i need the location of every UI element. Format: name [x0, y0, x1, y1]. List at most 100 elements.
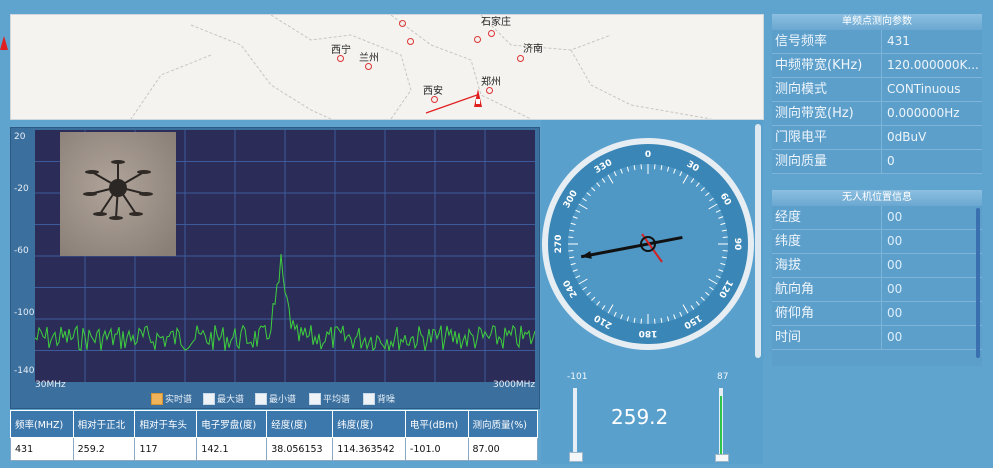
right-slider-value: 87: [717, 372, 729, 382]
col-header[interactable]: 电子罗盘(度): [196, 410, 268, 438]
uav-row: 航向角 00: [772, 278, 982, 302]
left-slider-value: -101: [567, 372, 588, 382]
checkbox-label: 背噪: [377, 395, 396, 405]
col-header[interactable]: 频率(MHZ): [10, 410, 74, 438]
checkbox-box[interactable]: [151, 392, 163, 405]
checkbox-box[interactable]: [309, 392, 321, 405]
compass-degree-label: 0: [645, 150, 651, 160]
uav-label: 经度: [772, 206, 882, 229]
param-value[interactable]: 0: [882, 150, 982, 173]
param-row: 测向带宽(Hz) 0.000000Hz: [772, 102, 982, 126]
city-label: 石家庄: [481, 17, 511, 28]
param-row: 门限电平 0dBuV: [772, 126, 982, 150]
checkbox-realtime[interactable]: 实时谱: [151, 392, 192, 405]
table-cell: 142.1: [196, 437, 268, 461]
col-header[interactable]: 电平(dBm): [404, 410, 469, 438]
compass-panel: 0 30 60 90 120 150 180 210 240 270 300 330 259.2 -1…: [541, 120, 763, 464]
uav-value: 00: [887, 234, 903, 248]
city-marker: [431, 96, 438, 103]
quality-slider-fill: [720, 396, 722, 456]
drone-photo: [60, 132, 176, 256]
col-header[interactable]: 相对于车头: [134, 410, 198, 438]
param-label: 测向质量: [772, 150, 882, 173]
param-value[interactable]: CONTinuous: [882, 78, 982, 101]
checkbox-label: 最小谱: [269, 395, 297, 405]
table-cell: 259.2: [72, 437, 136, 461]
checkbox-noise[interactable]: 背噪: [363, 392, 395, 405]
table-cell: 114.363542: [332, 437, 406, 461]
checkbox-box[interactable]: [255, 392, 267, 405]
param-value[interactable]: 431: [882, 30, 982, 53]
city-marker: [488, 30, 495, 37]
param-row: 中频带宽(KHz) 120.000000K...: [772, 54, 982, 78]
city-label: 西安: [423, 86, 443, 97]
table-cell: 87.00: [467, 437, 539, 461]
panel-title: 单频点测向参数: [772, 14, 982, 30]
map-edge-marker-icon: [0, 36, 8, 50]
bearing-readout: 259.2: [611, 405, 669, 429]
param-value[interactable]: 120.000000K...: [882, 54, 982, 77]
measurement-table: 频率(MHZ) 相对于正北 相对于车头 电子罗盘(度) 经度(度) 纬度(度) …: [10, 410, 539, 461]
checkbox-label: 实时谱: [165, 395, 193, 405]
table-row[interactable]: 431 259.2 117 142.1 38.056153 114.363542…: [10, 437, 539, 461]
uav-position-panel: 无人机位置信息 经度 00 纬度 00 海拔 00 航向角 00 俯仰角 00 时间 00: [772, 190, 982, 366]
checkbox-box[interactable]: [363, 392, 375, 405]
checkbox-min[interactable]: 最小谱: [255, 392, 296, 405]
quality-slider-handle[interactable]: [715, 454, 729, 462]
param-label: 测向带宽(Hz): [772, 102, 882, 125]
spectrum-panel: 20 -20 -60 -100 -140 30MHz 3000MHz 实时谱 最…: [10, 127, 540, 409]
param-row: 信号频率 431: [772, 30, 982, 54]
table-cell: -101.0: [404, 437, 469, 461]
param-value[interactable]: 0dBuV: [882, 126, 982, 149]
col-header[interactable]: 相对于正北: [72, 410, 136, 438]
compass-degree-label: 180: [639, 328, 658, 338]
uav-panel-scrollbar[interactable]: [976, 208, 980, 358]
map-view[interactable]: 石家庄 西宁 兰州 济南 西安 郑州: [10, 14, 764, 120]
city-marker: [474, 36, 481, 43]
checkbox-average[interactable]: 平均谱: [309, 392, 350, 405]
city-label: 兰州: [359, 53, 379, 64]
uav-label: 纬度: [772, 230, 882, 253]
param-label: 中频带宽(KHz): [772, 54, 882, 77]
y-tick-label: -60: [14, 246, 29, 256]
table-cell: 117: [134, 437, 198, 461]
compass-dial: 0306090120150180210240270300330: [542, 138, 754, 350]
param-row: 测向质量 0: [772, 150, 982, 174]
checkbox-label: 平均谱: [323, 395, 351, 405]
col-header[interactable]: 测向质量(%): [467, 410, 539, 438]
table-header-row: 频率(MHZ) 相对于正北 相对于车头 电子罗盘(度) 经度(度) 纬度(度) …: [10, 410, 539, 438]
city-label: 郑州: [481, 77, 501, 88]
y-tick-label: -140: [14, 366, 35, 376]
compass-scrollbar[interactable]: [755, 124, 761, 358]
uav-row: 时间 00: [772, 326, 982, 350]
uav-value: 00: [887, 258, 903, 272]
param-label: 信号频率: [772, 30, 882, 53]
checkbox-max[interactable]: 最大谱: [203, 392, 244, 405]
checkbox-box[interactable]: [203, 392, 215, 405]
drone-image: [60, 132, 176, 256]
uav-label: 海拔: [772, 254, 882, 277]
col-header[interactable]: 经度(度): [266, 410, 334, 438]
level-slider-handle[interactable]: [569, 452, 583, 462]
single-frequency-params-panel: 单频点测向参数 信号频率 431 中频带宽(KHz) 120.000000K... …: [772, 14, 982, 174]
city-marker: [365, 63, 372, 70]
panel-title: 无人机位置信息: [772, 190, 982, 206]
y-tick-label: -100: [14, 308, 35, 318]
uav-row: 经度 00: [772, 206, 982, 230]
level-slider-track[interactable]: [573, 388, 577, 460]
checkbox-label: 最大谱: [217, 395, 245, 405]
spectrum-plot[interactable]: [35, 130, 535, 382]
col-header[interactable]: 纬度(度): [332, 410, 406, 438]
uav-value: 00: [887, 282, 903, 296]
city-marker: [486, 87, 493, 94]
table-cell: 38.056153: [266, 437, 334, 461]
compass-degree-label: 270: [554, 235, 564, 254]
city-marker: [407, 38, 414, 45]
city-label: 西宁: [331, 45, 351, 56]
city-marker: [399, 20, 406, 27]
uav-label: 航向角: [772, 278, 882, 301]
param-row: 测向模式 CONTinuous: [772, 78, 982, 102]
table-cell: 431: [10, 437, 74, 461]
vehicle-marker-icon[interactable]: [473, 89, 483, 107]
param-value[interactable]: 0.000000Hz: [882, 102, 982, 125]
